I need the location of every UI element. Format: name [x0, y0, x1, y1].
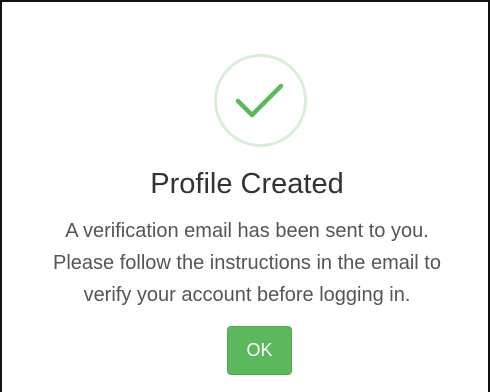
message-line: Please follow the instructions in the em… — [53, 252, 441, 274]
message-line: A verification email has been sent to yo… — [65, 220, 429, 242]
dialog-message: A verification email has been sent to yo… — [2, 215, 490, 311]
check-circle-icon — [213, 53, 308, 148]
profile-created-dialog: Profile Created A verification email has… — [0, 0, 490, 392]
dialog-title: Profile Created — [150, 168, 344, 200]
message-line: verify your account before logging in. — [83, 284, 411, 306]
ok-button[interactable]: OK — [227, 326, 292, 375]
